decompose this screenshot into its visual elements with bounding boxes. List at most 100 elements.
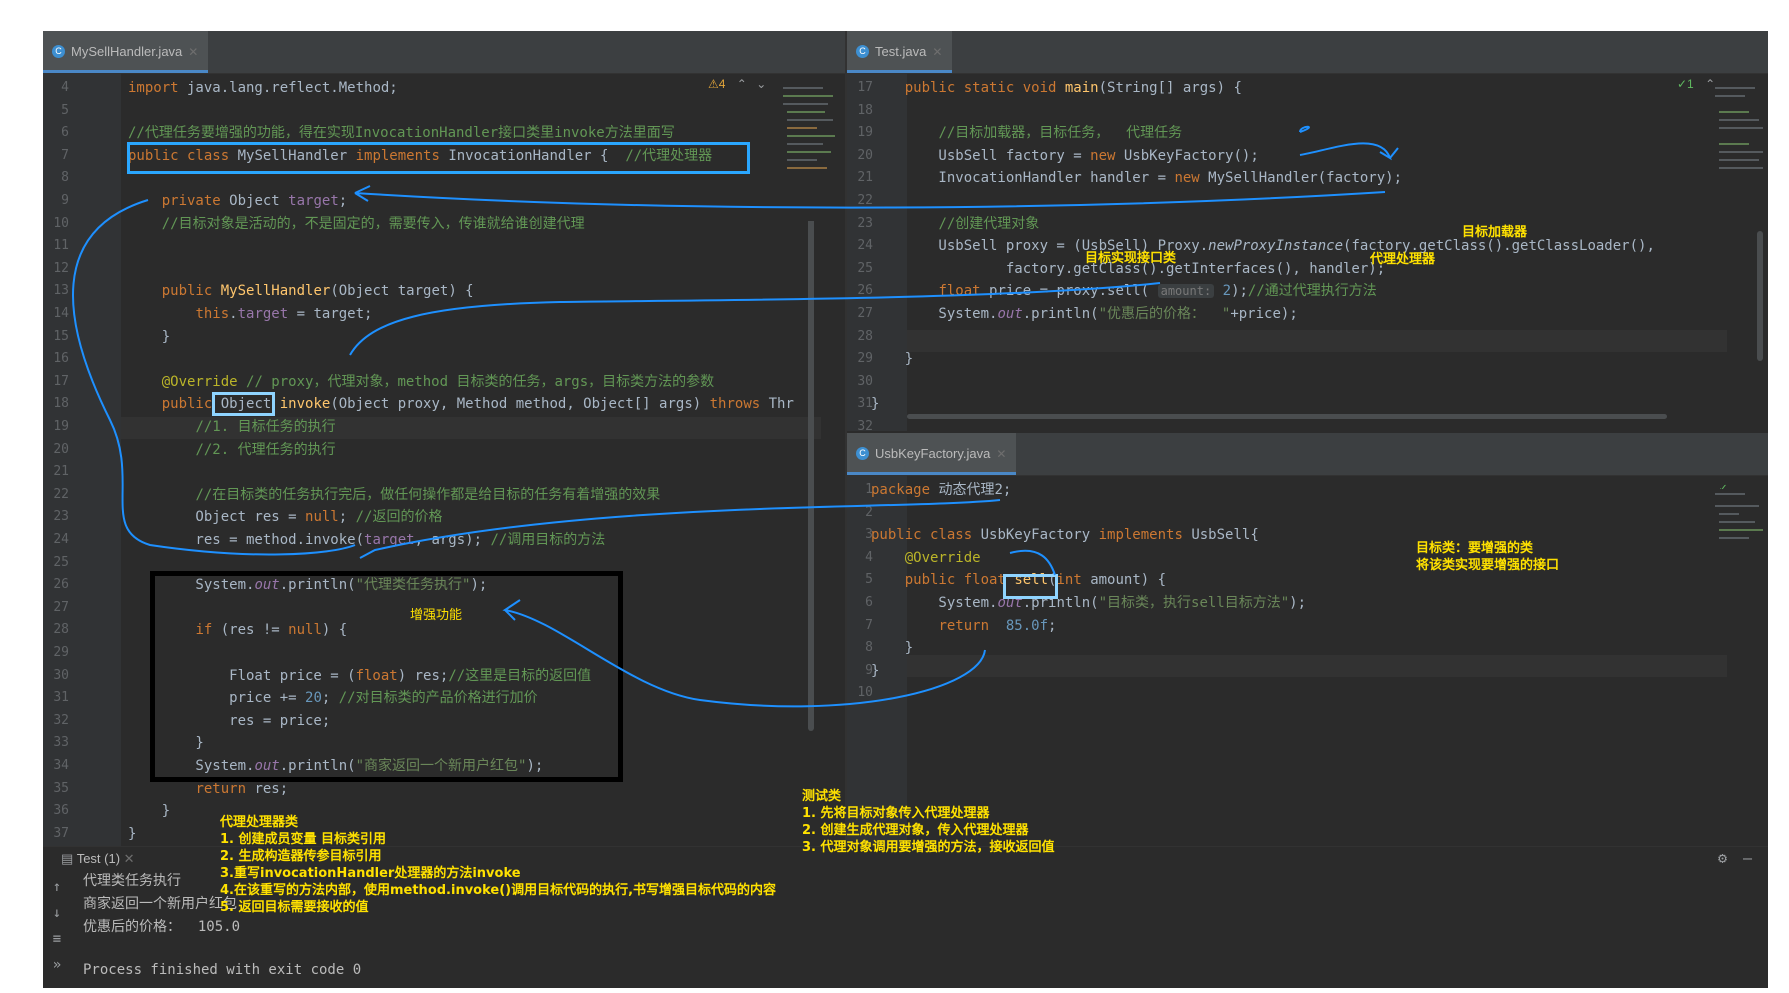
line-number: 28: [53, 622, 69, 638]
java-class-icon: C: [856, 45, 869, 58]
line-number: 18: [857, 102, 873, 118]
test-code-area[interactable]: 17 public static void main(String[] args…: [847, 73, 1727, 431]
run-tab[interactable]: ▤ Test (1) ✕: [61, 847, 135, 871]
line-number: 25: [857, 260, 873, 276]
code-line: //1. 目标任务的执行: [195, 419, 336, 435]
line-number: 19: [857, 125, 873, 141]
settings-icon[interactable]: ⚙: [1718, 849, 1727, 867]
chevron-down-icon[interactable]: ⌄: [756, 77, 766, 91]
code-line: //创建代理对象: [938, 215, 1040, 232]
line-number: 25: [53, 554, 69, 570]
java-class-icon: C: [856, 447, 869, 460]
expand-icon[interactable]: »: [43, 957, 71, 973]
left-scrollbar[interactable]: [808, 171, 814, 731]
line-number: 20: [857, 147, 873, 163]
line-number: 2: [865, 504, 873, 520]
object-return-highlight-box: [212, 392, 275, 416]
line-number: 14: [53, 306, 69, 321]
line-number: 18: [53, 396, 69, 412]
float-return-highlight-box: [1003, 574, 1058, 599]
line-number: 10: [857, 685, 873, 701]
line-number: 32: [857, 419, 873, 431]
code-line: //2. 代理任务的执行: [195, 441, 336, 458]
warning-badge: ⚠4: [708, 77, 726, 91]
test-hscrollbar[interactable]: [907, 414, 1667, 419]
line-number: 9: [61, 193, 69, 208]
code-line: System.out.println("目标类，执行sell目标方法");: [871, 595, 1307, 611]
chevron-up-icon[interactable]: ⌃: [737, 77, 747, 91]
left-minimap: [781, 81, 841, 221]
line-number: 16: [53, 351, 69, 367]
code-line: res = method.invoke(target, args); //调用目…: [128, 532, 606, 548]
line-number: 23: [53, 509, 69, 525]
code-line: @Override // proxy，代理对象，method 目标类的任务，ar…: [161, 373, 715, 390]
code-line: private Object target;: [161, 193, 348, 209]
line-number: 1: [865, 482, 873, 497]
line-number: 4: [61, 80, 69, 95]
target-class-note: 目标类：要增强的类 将该类实现要增强的接口: [1416, 541, 1560, 573]
code-line: }: [871, 351, 914, 368]
arrow-down-icon[interactable]: ↓: [43, 905, 71, 921]
line-number: 12: [53, 260, 69, 276]
line-number: 21: [53, 464, 69, 480]
line-number: 27: [53, 599, 69, 615]
factory-editor: C UsbKeyFactory.java ✕ 1 package 动态代理2; 2 3 p…: [847, 433, 1768, 846]
line-number: 26: [53, 577, 69, 593]
tab-title: Test.java: [875, 44, 927, 59]
left-tabbar: C MySellHandler.java ✕: [43, 31, 845, 74]
test-scrollbar[interactable]: [1757, 231, 1763, 361]
tab-usbkeyfactory[interactable]: C UsbKeyFactory.java ✕: [847, 433, 1017, 475]
enhance-label: 增强功能: [410, 608, 463, 623]
code-line: package 动态代理2;: [871, 482, 1012, 498]
code-line: import java.lang.reflect.Method;: [128, 80, 398, 96]
console-line: 商家返回一个新用户红包: [83, 896, 237, 912]
code-line: }: [871, 396, 880, 413]
arrow-up-icon[interactable]: ↑: [43, 879, 71, 895]
close-icon[interactable]: ✕: [932, 45, 942, 59]
line-number: 32: [53, 712, 69, 728]
test-tabbar: C Test.java ✕: [847, 31, 1768, 74]
console-line: 代理类任务执行: [83, 873, 181, 889]
line-number: 33: [53, 735, 69, 751]
code-line: }: [128, 328, 171, 345]
tab-title: UsbKeyFactory.java: [875, 446, 991, 461]
line-number: 15: [53, 328, 69, 344]
code-line: UsbSell factory = new UsbKeyFactory();: [871, 147, 1259, 164]
line-number: 22: [857, 193, 873, 208]
tab-mysellhandler[interactable]: C MySellHandler.java ✕: [43, 31, 209, 73]
line-number: 7: [61, 147, 69, 163]
close-icon[interactable]: ✕: [124, 851, 135, 866]
line-number: 7: [865, 617, 873, 633]
line-number: 10: [53, 215, 69, 231]
code-line: //目标对象是活动的，不是固定的，需要传入，传谁就给谁创建代理: [161, 215, 585, 232]
code-line: }: [128, 803, 171, 820]
enhance-code-box: [150, 571, 623, 782]
factory-tabbar: C UsbKeyFactory.java ✕: [847, 433, 1768, 476]
code-line: float price = proxy.sell( amount: 2);//通…: [938, 283, 1377, 300]
line-number: 20: [53, 441, 69, 457]
line-number: 6: [865, 595, 873, 610]
class-decl-highlight-box: [127, 142, 750, 174]
line-number: 11: [53, 238, 69, 254]
inspection-widget[interactable]: ⚠4 ⌃ ⌄: [708, 77, 766, 91]
soft-wrap-icon[interactable]: ≡: [43, 931, 71, 947]
close-icon[interactable]: ✕: [188, 45, 198, 59]
line-number: 13: [53, 283, 69, 299]
line-number: 22: [53, 486, 69, 502]
tab-title: MySellHandler.java: [71, 44, 183, 59]
run-tab-title: Test (1): [76, 851, 121, 866]
line-number: 27: [857, 306, 873, 321]
close-icon[interactable]: ✕: [996, 447, 1006, 461]
line-number: 29: [857, 351, 873, 367]
tab-test[interactable]: C Test.java ✕: [847, 31, 953, 73]
minimize-icon[interactable]: —: [1743, 849, 1752, 867]
code-line: }: [871, 662, 880, 679]
line-number: 30: [53, 667, 69, 683]
console-line: Process finished with exit code 0: [83, 962, 362, 978]
test-editor: C Test.java ✕ 17 public static void main(…: [847, 31, 1768, 431]
line-number: 24: [857, 238, 873, 254]
code-line: }: [871, 640, 914, 657]
line-number: 31: [857, 396, 873, 412]
target-interface-note: 目标实现接口类: [1085, 251, 1177, 266]
code-line: UsbSell proxy = (UsbSell) Proxy.newProxy…: [871, 238, 1655, 255]
